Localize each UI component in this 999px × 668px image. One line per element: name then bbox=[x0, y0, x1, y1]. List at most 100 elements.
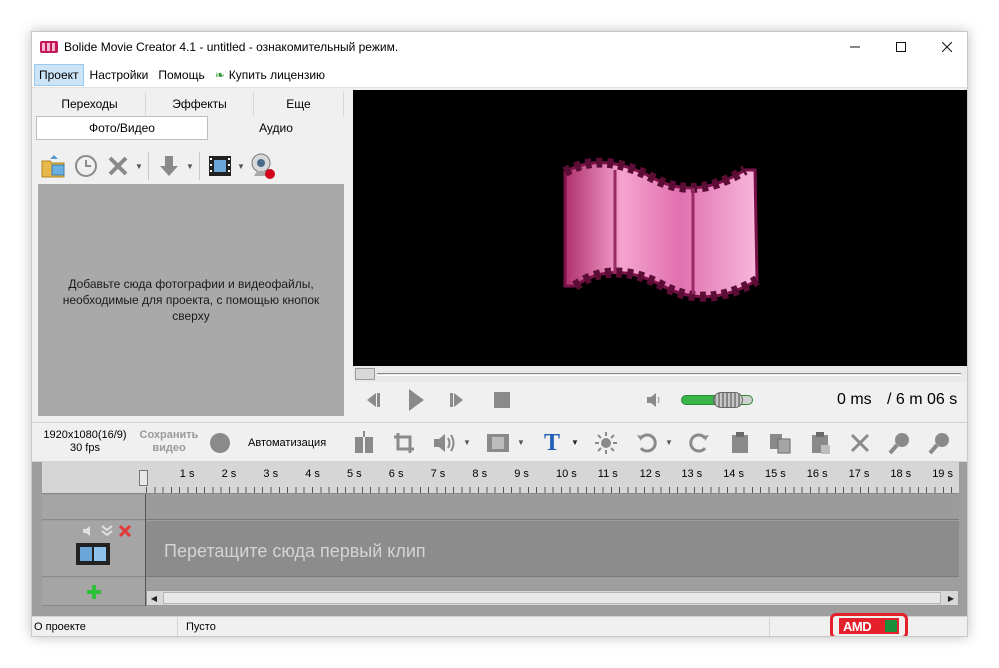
ruler-ticks bbox=[146, 487, 959, 493]
move-dropdown-icon[interactable]: ▼ bbox=[185, 162, 195, 171]
menu-help-label: Помощь bbox=[158, 67, 205, 82]
track-top[interactable] bbox=[146, 495, 959, 520]
crop-button[interactable] bbox=[390, 429, 418, 457]
scroll-thumb[interactable] bbox=[163, 592, 941, 604]
audio-button[interactable] bbox=[430, 429, 458, 457]
collapse-icon[interactable] bbox=[100, 524, 114, 538]
zoom-in-button[interactable] bbox=[886, 429, 914, 457]
tab-audio[interactable]: Аудио bbox=[208, 116, 344, 140]
tab-photo-video[interactable]: Фото/Видео bbox=[36, 116, 208, 140]
time-ruler[interactable]: 1 s 2 s 3 s 4 s 5 s 6 s 7 s 8 s 9 s 10 s 11 s 12 s 1… bbox=[42, 462, 959, 494]
copy-button[interactable] bbox=[726, 429, 754, 457]
remove-button[interactable] bbox=[102, 150, 134, 182]
menu-settings[interactable]: Настройки bbox=[86, 64, 153, 86]
split-clip-button[interactable] bbox=[350, 429, 378, 457]
save-video-button[interactable]: Сохранить видео bbox=[134, 429, 204, 455]
webcam-icon bbox=[251, 153, 275, 179]
track-mute-icon[interactable] bbox=[82, 524, 96, 538]
add-track-plus-icon[interactable] bbox=[86, 584, 102, 600]
cut-button[interactable] bbox=[806, 429, 834, 457]
seek-handle[interactable] bbox=[355, 368, 375, 380]
remove-track-icon[interactable] bbox=[118, 524, 132, 538]
undo-button[interactable] bbox=[632, 429, 660, 457]
open-folder-button[interactable] bbox=[38, 150, 70, 182]
next-frame-button[interactable] bbox=[441, 386, 471, 414]
resolution-info[interactable]: 1920x1080(16/9) 30 fps bbox=[42, 429, 128, 455]
step-back-icon bbox=[367, 393, 380, 407]
current-time: 0 ms bbox=[837, 391, 872, 408]
app-window: Bolide Movie Creator 4.1 - untitled - оз… bbox=[31, 31, 968, 637]
speaker-icon bbox=[647, 393, 660, 407]
ruler-tick-label: 2 s bbox=[221, 468, 237, 480]
audio-dropdown-icon[interactable]: ▼ bbox=[462, 438, 472, 447]
redo-icon bbox=[689, 433, 709, 453]
tabs-row-top: Переходы Эффекты Еще bbox=[34, 92, 344, 116]
minimize-icon bbox=[850, 46, 860, 48]
video-effect-dropdown-icon[interactable]: ▼ bbox=[516, 438, 526, 447]
text-t-icon: T bbox=[543, 429, 560, 456]
playhead[interactable] bbox=[139, 470, 148, 486]
tab-photo-video-label: Фото/Видео bbox=[89, 121, 155, 135]
video-track-icon bbox=[76, 543, 110, 565]
brightness-button[interactable] bbox=[592, 429, 620, 457]
amd-arrow-icon bbox=[885, 620, 897, 632]
video-effect-button[interactable] bbox=[484, 429, 512, 457]
ruler-tick-label: 17 s bbox=[848, 468, 870, 480]
media-drop-area[interactable]: Добавьте сюда фотографии и видеофайлы, н… bbox=[38, 184, 344, 416]
video-track-header bbox=[42, 521, 145, 577]
total-time: / 6 m 06 s bbox=[887, 391, 958, 408]
paste-button[interactable] bbox=[766, 429, 794, 457]
save-video-label-1: Сохранить bbox=[139, 429, 199, 441]
add-track-area bbox=[42, 578, 145, 606]
stop-button[interactable] bbox=[487, 386, 517, 414]
timeline-scrollbar[interactable]: ◀ ▶ bbox=[146, 590, 959, 606]
play-button[interactable] bbox=[401, 386, 431, 414]
sun-icon bbox=[595, 432, 617, 454]
amd-logo-text: AMD bbox=[843, 618, 872, 634]
automation-button[interactable]: Автоматизация bbox=[248, 423, 326, 463]
tab-more[interactable]: Еще bbox=[254, 92, 344, 116]
menu-help[interactable]: Помощь bbox=[154, 64, 208, 86]
clipboard-cut-icon bbox=[812, 432, 830, 454]
project-toolbar: 1920x1080(16/9) 30 fps Сохранить видео А… bbox=[32, 422, 967, 462]
tab-audio-label: Аудио bbox=[259, 121, 293, 135]
add-video-dropdown-icon[interactable]: ▼ bbox=[236, 162, 246, 171]
tab-transitions-label: Переходы bbox=[61, 97, 118, 111]
menu-buy-license[interactable]: ❧ Купить лицензию bbox=[211, 64, 329, 86]
maximize-button[interactable] bbox=[878, 32, 924, 62]
close-button[interactable] bbox=[924, 32, 967, 62]
menu-project[interactable]: Проект bbox=[34, 63, 84, 86]
text-button[interactable]: T bbox=[538, 429, 566, 457]
status-bar: О проекте Пусто AMD bbox=[32, 613, 967, 636]
ruler-tick-label: 3 s bbox=[263, 468, 279, 480]
webcam-button[interactable] bbox=[246, 150, 278, 182]
volume-knob[interactable] bbox=[713, 392, 744, 408]
status-about: О проекте bbox=[32, 617, 178, 636]
undo-dropdown-icon[interactable]: ▼ bbox=[664, 438, 674, 447]
tab-effects[interactable]: Эффекты bbox=[146, 92, 254, 116]
redo-button[interactable] bbox=[686, 429, 714, 457]
minimize-button[interactable] bbox=[832, 32, 878, 62]
delete-button[interactable] bbox=[846, 429, 874, 457]
seek-bar[interactable] bbox=[353, 366, 967, 382]
prev-frame-button[interactable] bbox=[359, 386, 389, 414]
tab-transitions[interactable]: Переходы bbox=[34, 92, 146, 116]
scroll-right-icon[interactable]: ▶ bbox=[944, 591, 958, 605]
ruler-tick-label: 10 s bbox=[556, 468, 577, 480]
zoom-in-icon bbox=[888, 433, 909, 455]
text-dropdown-icon[interactable]: ▼ bbox=[570, 438, 580, 447]
move-down-button[interactable] bbox=[153, 150, 185, 182]
menu-project-label: Проект bbox=[39, 67, 79, 82]
ruler-tick-label: 9 s bbox=[514, 468, 529, 480]
zoom-out-button[interactable] bbox=[926, 429, 954, 457]
window-title: Bolide Movie Creator 4.1 - untitled - оз… bbox=[64, 40, 399, 54]
record-icon[interactable] bbox=[210, 433, 230, 453]
clipboard-icon bbox=[732, 432, 748, 453]
mute-button[interactable] bbox=[639, 386, 669, 414]
video-preview bbox=[353, 90, 967, 366]
seek-track bbox=[377, 373, 961, 376]
remove-dropdown-icon[interactable]: ▼ bbox=[134, 162, 144, 171]
scroll-left-icon[interactable]: ◀ bbox=[147, 591, 161, 605]
recent-button[interactable] bbox=[70, 150, 102, 182]
add-video-button[interactable] bbox=[204, 150, 236, 182]
